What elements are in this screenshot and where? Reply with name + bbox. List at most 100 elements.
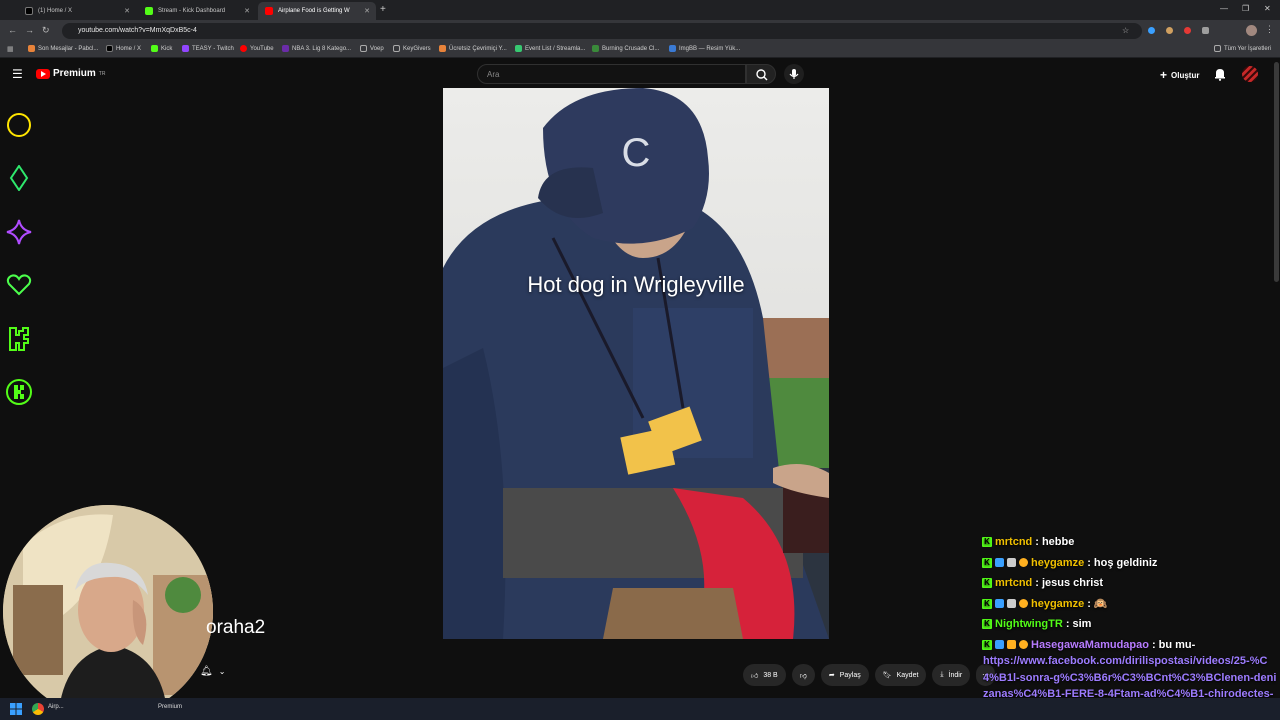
bookmark-item[interactable]: Kick [151,45,172,52]
plus-icon: + [1160,68,1168,82]
bookmark-item[interactable]: Burning Crusade Cl... [592,45,659,52]
download-button[interactable]: ⤓ İndir [932,664,971,686]
taskbar-item-label[interactable]: Premium [158,704,182,710]
bookmark-label: ImgBB — Resim Yük... [679,45,741,52]
bookmark-item[interactable]: ImgBB — Resim Yük... [669,45,740,52]
kick-badge-icon: K [982,619,992,630]
notifications-bell-icon[interactable] [1213,67,1227,81]
gift-badge-icon [1007,640,1016,650]
reload-icon[interactable]: ↻ [42,25,50,36]
profile-avatar-icon[interactable] [1246,25,1257,36]
kick-badge-icon: K [982,639,992,650]
bookmark-star-icon[interactable]: ☆ [1122,26,1129,35]
new-tab-plus-icon[interactable]: + [380,4,386,15]
bookmark-folder[interactable]: KeyGivers [393,45,431,52]
chrome-taskbar-icon[interactable] [32,703,44,715]
chat-message: K mrtcnd : jesus christ [982,573,1278,594]
browser-tab-x[interactable]: (1) Home / X ✕ [18,2,136,20]
browser-tab-kick-dashboard[interactable]: Stream - Kick Dashboard ✕ [138,2,256,20]
windows-start-icon[interactable] [10,703,22,715]
chat-separator: : [1151,638,1156,651]
search-input[interactable]: Ara [477,64,746,84]
kick-badge-icon: K [982,578,992,589]
extension-icon[interactable] [1166,27,1173,34]
bookmark-label: Event List / Streamla... [525,45,586,52]
bookmark-icon [592,45,599,52]
premium-label: Premium [53,68,96,79]
chat-text: bu mu- [1158,638,1196,651]
youtube-logo[interactable]: Premium TR [36,68,105,79]
chat-username: mrtcnd [995,577,1033,590]
chat-separator: : [1087,556,1091,569]
create-button[interactable]: + Oluştur [1160,68,1199,82]
bookmark-icon [282,45,289,52]
bookmark-item[interactable]: YouTube [240,45,274,52]
bookmark-item[interactable]: Ücretsiz Çevrimiçi Y... [439,45,507,52]
bookmark-folder[interactable]: Voep [360,45,384,52]
bookmark-label: YouTube [250,45,274,52]
folder-icon [1214,45,1221,52]
voice-search-button[interactable] [784,64,804,84]
save-label: Kaydet [896,671,919,679]
bookmark-label: Voep [370,45,384,52]
bookmark-icon [669,45,676,52]
bookmark-item[interactable]: Home / X [106,45,141,52]
video-player[interactable]: C Hot dog in Wrigleyville [443,88,829,639]
bookmark-item[interactable]: Event List / Streamla... [515,45,585,52]
circle-outline-icon [7,113,31,137]
chat-message: K mrtcnd : hebbe [982,532,1278,553]
restore-icon[interactable]: ❐ [1242,4,1249,13]
coin-badge-icon [1019,558,1028,568]
kick-badge-icon: K [982,598,992,609]
extension-icon[interactable] [1148,27,1155,34]
bookmark-item[interactable]: TEASY - Twitch [182,45,234,52]
close-icon[interactable]: ✕ [124,7,130,15]
all-bookmarks-folder[interactable]: Tüm Yer İşaretleri [1214,45,1271,52]
search-button[interactable] [746,64,776,84]
kick-badge-icon: K [982,537,992,548]
close-icon[interactable]: ✕ [244,7,250,15]
close-icon[interactable]: ✕ [364,7,370,15]
browser-toolbar: ← → ↻ youtube.com/watch?v=MmXqDxB5c-4 ☆ … [0,20,1280,42]
page-scrollbar[interactable] [1274,62,1279,282]
save-button[interactable]: 🔖︎ Kaydet [874,664,927,686]
thumbs-down-icon: 👎︎ [799,672,807,680]
minimize-icon[interactable]: — [1220,4,1228,13]
svg-text:C: C [622,131,651,175]
search-icon [756,69,768,81]
country-code: TR [98,70,106,77]
apps-grid-icon[interactable]: ▦ [7,45,14,53]
extension-icon[interactable] [1184,27,1191,34]
coin-badge-icon [1019,599,1028,609]
video-caption-overlay: Hot dog in Wrigleyville [527,272,745,297]
sparkle-star-icon [6,219,32,245]
back-arrow-icon[interactable]: ← [8,25,17,35]
bell-icon: 🔔︎ [200,666,213,677]
like-button[interactable]: 👍︎ 38 B [743,664,786,686]
video-actions-bar: 👍︎ 38 B 👎︎ ➦ Paylaş 🔖︎ Kaydet ⤓ İndir ⋯ [743,664,996,686]
tab-label: Airplane Food is Getting W [278,8,350,14]
chat-username: HasegawaMamudapao [1031,638,1149,651]
dislike-button[interactable]: 👎︎ [791,664,815,686]
bookmark-item[interactable]: NBA 3. Lig 8 Katego... [282,45,351,52]
taskbar-item-label[interactable]: Airp... [48,704,64,710]
webcam-overlay [3,505,213,718]
bookmark-label: Kick [161,45,173,52]
chat-username: mrtcnd [995,536,1033,549]
bookmark-item[interactable]: Son Mesajlar - Pabcl... [28,45,98,52]
browser-tab-youtube-video[interactable]: Airplane Food is Getting W ✕ [258,2,376,20]
bookmarks-bar: ▦ Son Mesajlar - Pabcl... Home / X Kick … [0,42,1280,58]
chevron-down-icon: ⌄ [218,667,226,676]
share-button[interactable]: ➦ Paylaş [820,664,869,686]
window-close-icon[interactable]: ✕ [1264,4,1271,13]
account-avatar[interactable] [1242,66,1258,82]
browser-menu-icon[interactable]: ⋮ [1265,24,1274,35]
bookmark-label: Home / X [116,45,142,52]
subscribe-bell-toggle[interactable]: 🔔︎ ⌄ [200,666,225,677]
subscriber-badge-icon [995,640,1004,650]
extensions-puzzle-icon[interactable] [1202,27,1209,34]
hamburger-menu-icon[interactable]: ☰ [12,67,23,81]
address-bar[interactable]: youtube.com/watch?v=MmXqDxB5c-4 [62,23,1142,39]
forward-arrow-icon[interactable]: → [25,25,34,35]
bookmark-icon [182,45,189,52]
